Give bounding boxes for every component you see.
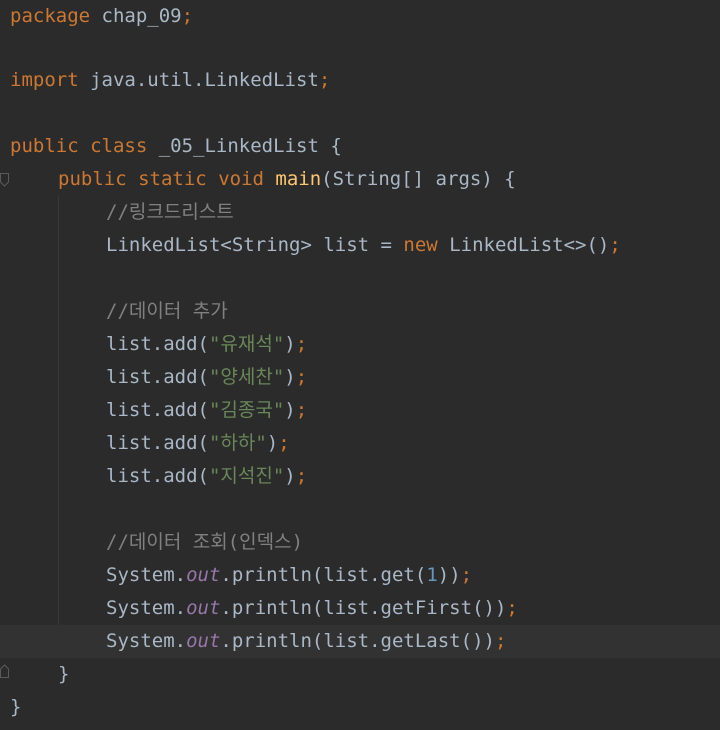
keyword-new: new [403, 234, 438, 256]
comment-text: //데이터 추가 [106, 300, 228, 322]
semicolon: ; [295, 399, 308, 421]
code-line-main-decl[interactable]: public static void main(String[] args) { [0, 163, 720, 196]
semicolon: ; [318, 69, 331, 91]
code-line-add[interactable]: list.add("지석진"); [0, 460, 720, 493]
semicolon: ; [609, 234, 621, 256]
class-name: _05_LinkedList { [147, 135, 342, 157]
code-line-close-class[interactable]: } [0, 691, 720, 724]
string-literal: "지석진" [208, 465, 285, 487]
system-class: System. [106, 597, 187, 619]
code-line-declaration[interactable]: LinkedList<String> list = new LinkedList… [0, 229, 720, 262]
close-paren: ) [284, 465, 296, 487]
println-call: .println(list.get( [220, 564, 427, 586]
code-editor[interactable]: package chap_09; import java.util.Linked… [0, 0, 720, 730]
string-literal: "양세찬" [208, 366, 285, 388]
keyword-class: class [90, 135, 148, 157]
field-out: out [186, 564, 221, 586]
code-line-add[interactable]: list.add("양세찬"); [0, 361, 720, 394]
string-literal: "김종국" [208, 399, 285, 421]
code-line-add[interactable]: list.add("유재석"); [0, 328, 720, 361]
declaration-left: LinkedList<String> list = [106, 234, 404, 256]
close-paren: ) [284, 333, 296, 355]
semicolon: ; [295, 366, 308, 388]
add-call: list.add( [106, 333, 209, 355]
println-call: .println(list.getLast()) [220, 630, 495, 652]
add-call: list.add( [106, 399, 209, 421]
code-line-package[interactable]: package chap_09; [0, 0, 720, 33]
close-paren: ) [284, 399, 296, 421]
code-line-add[interactable]: list.add("김종국"); [0, 394, 720, 427]
code-line-comment[interactable]: //데이터 추가 [0, 295, 720, 328]
field-out: out [186, 597, 221, 619]
method-name-main: main [275, 168, 322, 190]
close-paren: ) [266, 432, 279, 454]
code-line-println-last[interactable]: System.out.println(list.getLast()); [0, 625, 720, 658]
code-line-class-decl[interactable]: public class _05_LinkedList { [0, 130, 720, 163]
system-class: System. [106, 564, 187, 586]
semicolon: ; [494, 630, 507, 652]
add-call: list.add( [106, 465, 209, 487]
code-line-comment[interactable]: //데이터 조회(인덱스) [0, 526, 720, 559]
semicolon: ; [460, 564, 473, 586]
println-call: .println(list.getFirst()) [220, 597, 507, 619]
import-path: java.util.LinkedList [78, 69, 319, 91]
comment-text: //데이터 조회(인덱스) [106, 531, 304, 553]
semicolon: ; [181, 5, 194, 27]
close-paren: ) [284, 366, 296, 388]
package-name: chap_09 [90, 5, 182, 27]
string-literal: "유재석" [208, 333, 285, 355]
keyword-public: public [58, 168, 127, 190]
keyword-import: import [10, 69, 79, 91]
code-line-println-first[interactable]: System.out.println(list.getFirst()); [0, 592, 720, 625]
semicolon: ; [506, 597, 518, 619]
semicolon: ; [295, 333, 308, 355]
add-call: list.add( [106, 366, 209, 388]
closing-brace: } [58, 663, 70, 685]
field-out: out [186, 630, 221, 652]
code-line-println-get[interactable]: System.out.println(list.get(1)); [0, 559, 720, 592]
comment-text: //링크드리스트 [106, 201, 234, 223]
semicolon: ; [295, 465, 308, 487]
declaration-right: LinkedList<>() [437, 234, 610, 256]
number-literal: 1 [426, 564, 438, 586]
keyword-public: public [10, 135, 79, 157]
keyword-static: static [138, 168, 207, 190]
code-line-add[interactable]: list.add("하하"); [0, 427, 720, 460]
code-line-comment[interactable]: //링크드리스트 [0, 196, 720, 229]
close-parens: )) [437, 564, 461, 586]
keyword-void: void [218, 168, 264, 190]
add-call: list.add( [106, 432, 209, 454]
keyword-package: package [10, 5, 91, 27]
main-params: (String[] args) { [321, 168, 516, 190]
system-class: System. [106, 630, 187, 652]
string-literal: "하하" [208, 432, 267, 454]
code-line-close-method[interactable]: } [0, 658, 720, 691]
closing-brace: } [10, 696, 22, 718]
code-line-import[interactable]: import java.util.LinkedList; [0, 64, 720, 97]
semicolon: ; [278, 432, 290, 454]
